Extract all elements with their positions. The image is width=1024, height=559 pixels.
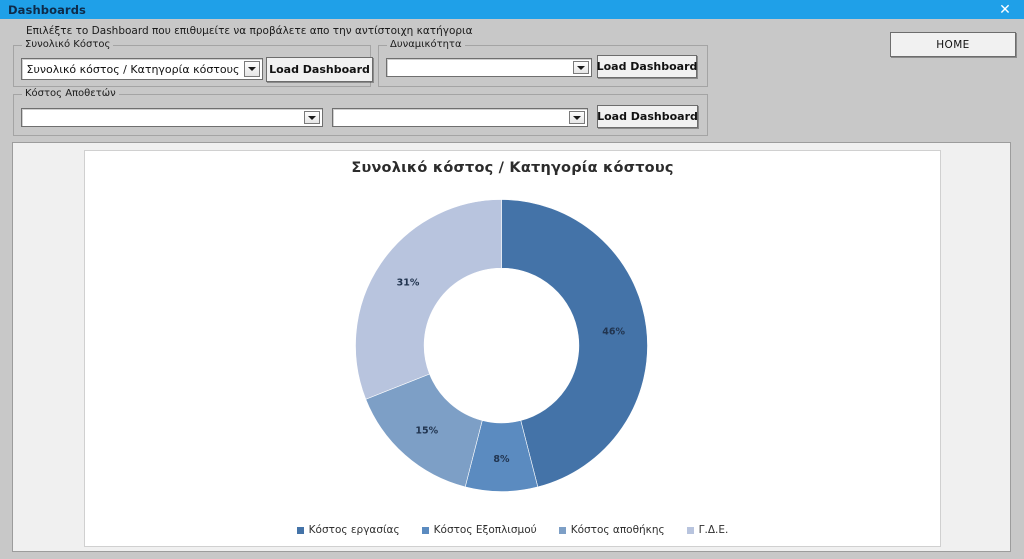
legend-swatch-icon: [296, 526, 304, 534]
instruction-label: Επιλέξτε το Dashboard που επιθυμείτε να …: [26, 25, 473, 37]
group-stock-cost-title: Κόστος Αποθετών: [22, 88, 119, 99]
dashboards-window: Dashboards ✕ Επιλέξτε το Dashboard που ε…: [0, 0, 1024, 559]
chart-canvas: Συνολικό κόστος / Κατηγορία κόστους 46% 8…: [84, 150, 941, 547]
donut-chart-svg: 46% 8% 15% 31%: [355, 199, 648, 492]
home-button[interactable]: HOME: [890, 32, 1016, 57]
client-area: Επιλέξτε το Dashboard που επιθυμείτε να …: [0, 19, 1024, 559]
donut-data-label: 46%: [602, 327, 625, 338]
load-dashboard-capacity-button[interactable]: Load Dashboard: [597, 55, 697, 78]
window-title: Dashboards: [8, 2, 86, 17]
legend-item-label: Κόστος αποθήκης: [570, 524, 665, 536]
chevron-down-icon[interactable]: [304, 111, 320, 124]
chevron-down-icon[interactable]: [244, 61, 260, 77]
window-title-bar: Dashboards ✕: [0, 0, 1024, 19]
legend-item[interactable]: Κόστος Εξοπλισμού: [421, 524, 537, 536]
donut-data-label: 31%: [397, 277, 420, 288]
donut-slice-group: [355, 199, 648, 492]
donut-data-label: 8%: [493, 454, 510, 465]
legend-item-label: Κόστος εργασίας: [308, 524, 400, 536]
stock-cost-dashboard-select[interactable]: [21, 108, 323, 127]
chevron-down-icon[interactable]: [573, 61, 589, 74]
total-cost-dashboard-select[interactable]: Συνολικό κόστος / Κατηγορία κόστους: [21, 58, 263, 80]
group-stock-cost: Κόστος Αποθετών Load Dashboard: [13, 88, 708, 136]
legend-item[interactable]: Γ.Δ.Ε.: [686, 524, 729, 536]
legend-item-label: Κόστος Εξοπλισμού: [433, 524, 537, 536]
total-cost-dashboard-select-value: Συνολικό κόστος / Κατηγορία κόστους: [26, 62, 240, 76]
donut-chart: 46% 8% 15% 31%: [354, 198, 649, 493]
group-capacity: Δυναμικότητα Load Dashboard: [378, 39, 708, 87]
legend-swatch-icon: [421, 526, 429, 534]
load-dashboard-stock-cost-button[interactable]: Load Dashboard: [597, 105, 698, 128]
legend-item-label: Γ.Δ.Ε.: [698, 524, 729, 536]
chart-title: Συνολικό κόστος / Κατηγορία κόστους: [351, 160, 674, 176]
group-capacity-title: Δυναμικότητα: [387, 39, 465, 50]
donut-slice[interactable]: [355, 199, 502, 400]
dashboard-panel: Συνολικό κόστος / Κατηγορία κόστους 46% 8…: [12, 142, 1011, 552]
stock-cost-filter-select[interactable]: [332, 108, 588, 127]
chevron-down-icon[interactable]: [569, 111, 585, 124]
capacity-dashboard-select[interactable]: [386, 58, 592, 77]
legend-item[interactable]: Κόστος εργασίας: [296, 524, 400, 536]
legend-item[interactable]: Κόστος αποθήκης: [558, 524, 665, 536]
legend-swatch-icon: [686, 526, 694, 534]
group-total-cost-title: Συνολικό Κόστος: [22, 39, 114, 50]
close-icon[interactable]: ✕: [986, 0, 1024, 19]
load-dashboard-total-cost-button[interactable]: Load Dashboard: [266, 57, 373, 82]
group-total-cost: Συνολικό Κόστος Συνολικό κόστος / Κατηγο…: [13, 39, 373, 87]
donut-data-label: 15%: [415, 426, 438, 437]
legend-swatch-icon: [558, 526, 566, 534]
chart-legend: Κόστος εργασίας Κόστος Εξοπλισμού Κόστος α…: [85, 524, 940, 536]
